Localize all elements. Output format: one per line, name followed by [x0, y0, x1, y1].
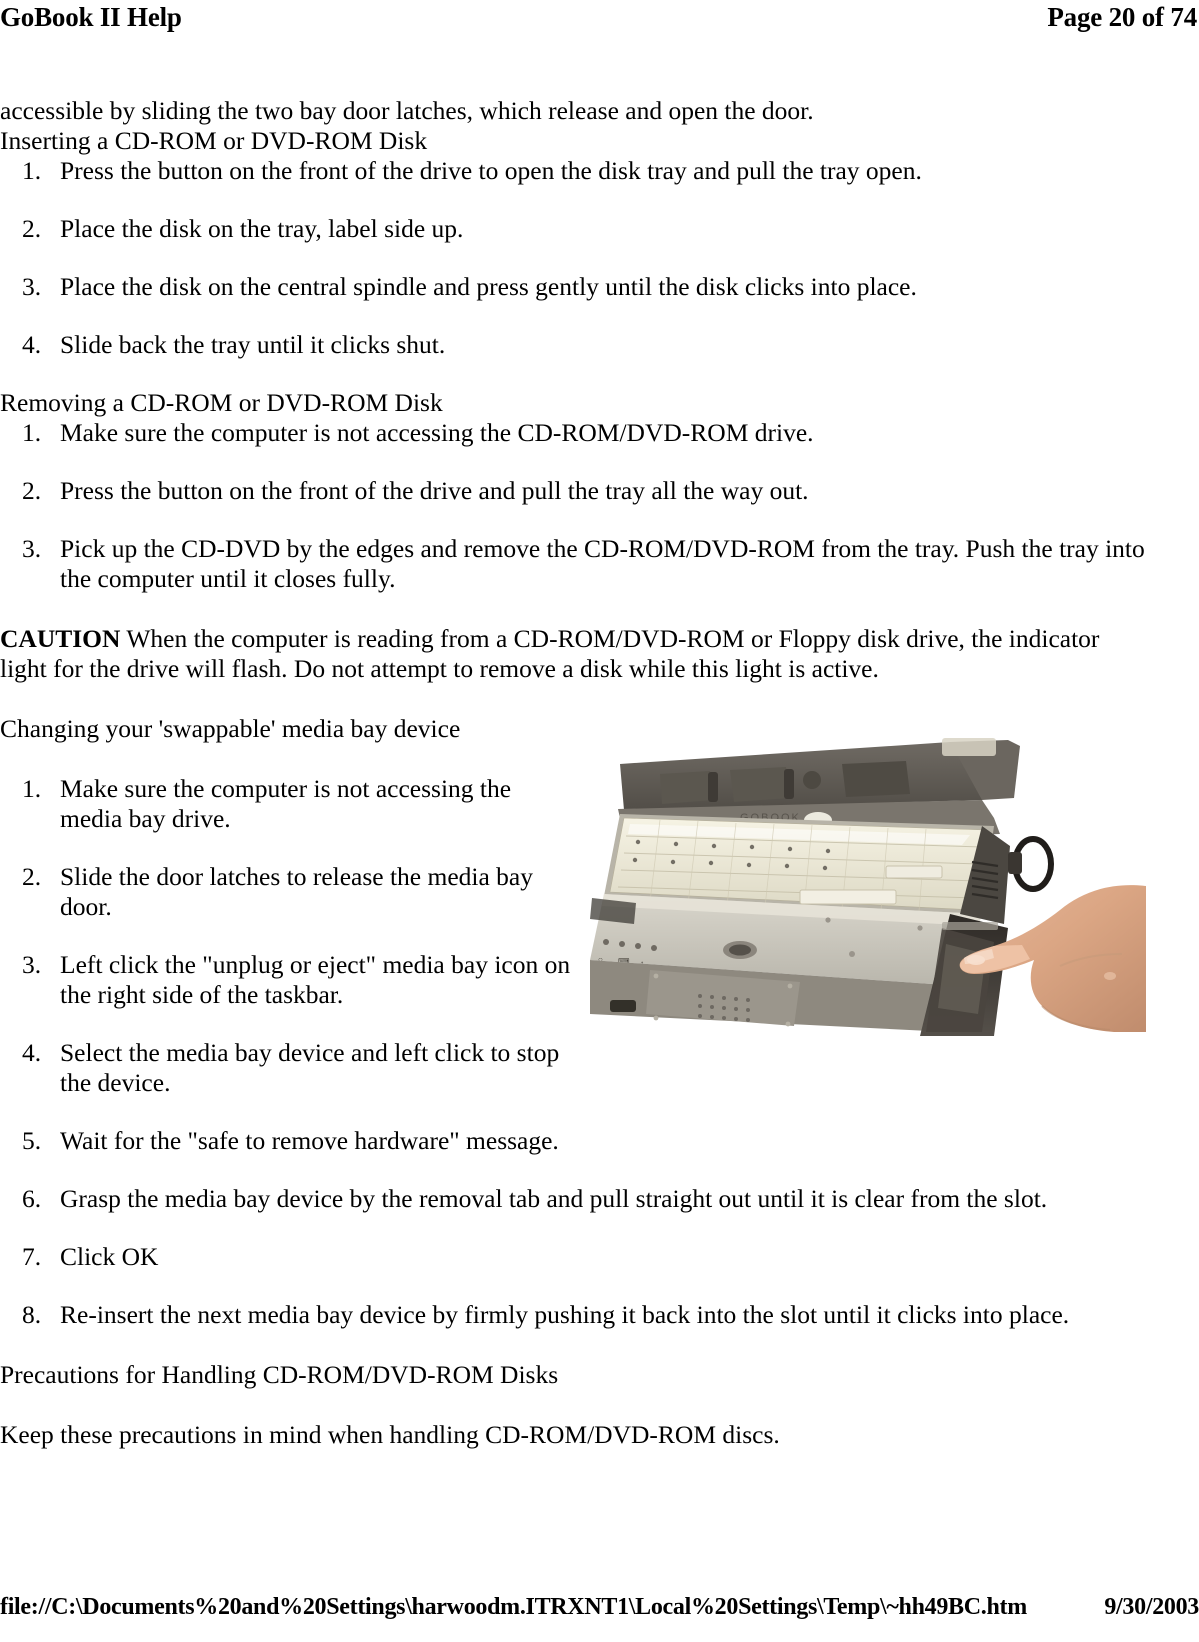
list-item: Grasp the media bay device by the remova…	[22, 1184, 1048, 1214]
list-item: Click OK	[22, 1242, 159, 1272]
steps-inserting-disk: Press the button on the front of the dri…	[0, 156, 1146, 360]
swappable-text-column: Changing your 'swappable' media bay devi…	[0, 714, 572, 1098]
list-item: Left click the "unplug or eject" media b…	[22, 950, 571, 1009]
document-body: accessible by sliding the two bay door l…	[0, 96, 1146, 1450]
heading-removing-disk: Removing a CD-ROM or DVD-ROM Disk	[0, 388, 443, 417]
footer-date: 9/30/2003	[1104, 1594, 1199, 1620]
list-item: Make sure the computer is not accessing …	[22, 774, 512, 833]
heading-inserting-disk: Inserting a CD-ROM or DVD-ROM Disk	[0, 126, 428, 155]
precautions-paragraph: Keep these precautions in mind when hand…	[0, 1420, 780, 1449]
list-item: Pick up the CD-DVD by the edges and remo…	[22, 534, 1145, 593]
steps-removing-disk: Make sure the computer is not accessing …	[0, 418, 1146, 594]
intro-paragraph: accessible by sliding the two bay door l…	[0, 96, 814, 125]
footer-file-path: file://C:\Documents%20and%20Settings\har…	[0, 1594, 1027, 1620]
swappable-media-bay-section: GOBOOK ○ ⌨ ↑ Changing your 'swappable' m…	[0, 714, 1146, 1330]
list-item: Slide the door latches to release the me…	[22, 862, 533, 921]
list-item: Place the disk on the central spindle an…	[22, 272, 917, 302]
list-item: Press the button on the front of the dri…	[22, 476, 809, 506]
steps-swappable-media-bay-wide: Wait for the "safe to remove hardware" m…	[0, 1126, 1146, 1330]
print-footer: file://C:\Documents%20and%20Settings\har…	[0, 1592, 1199, 1632]
print-header: GoBook II Help Page 20 of 74	[0, 0, 1199, 38]
heading-swappable-media-bay: Changing your 'swappable' media bay devi…	[0, 714, 461, 743]
steps-swappable-media-bay-narrow: Make sure the computer is not accessing …	[0, 774, 572, 1098]
header-page-number: Page 20 of 74	[1047, 2, 1197, 32]
list-item: Select the media bay device and left cli…	[22, 1038, 560, 1097]
caution-text: When the computer is reading from a CD-R…	[0, 624, 1100, 683]
media-bay-photo: GOBOOK ○ ⌨ ↑	[590, 714, 1146, 1036]
list-item: Wait for the "safe to remove hardware" m…	[22, 1126, 559, 1156]
list-item: Make sure the computer is not accessing …	[22, 418, 814, 448]
list-item: Place the disk on the tray, label side u…	[22, 214, 464, 244]
laptop-media-bay-illustration: GOBOOK ○ ⌨ ↑	[590, 714, 1146, 1036]
list-item: Slide back the tray until it clicks shut…	[22, 330, 446, 360]
header-document-title: GoBook II Help	[0, 2, 182, 32]
list-item: Press the button on the front of the dri…	[22, 156, 922, 186]
caution-label: CAUTION	[0, 624, 121, 653]
heading-precautions: Precautions for Handling CD-ROM/DVD-ROM …	[0, 1360, 559, 1389]
list-item: Re-insert the next media bay device by f…	[22, 1300, 1070, 1330]
caution-paragraph: CAUTION When the computer is reading fro…	[0, 624, 1146, 684]
